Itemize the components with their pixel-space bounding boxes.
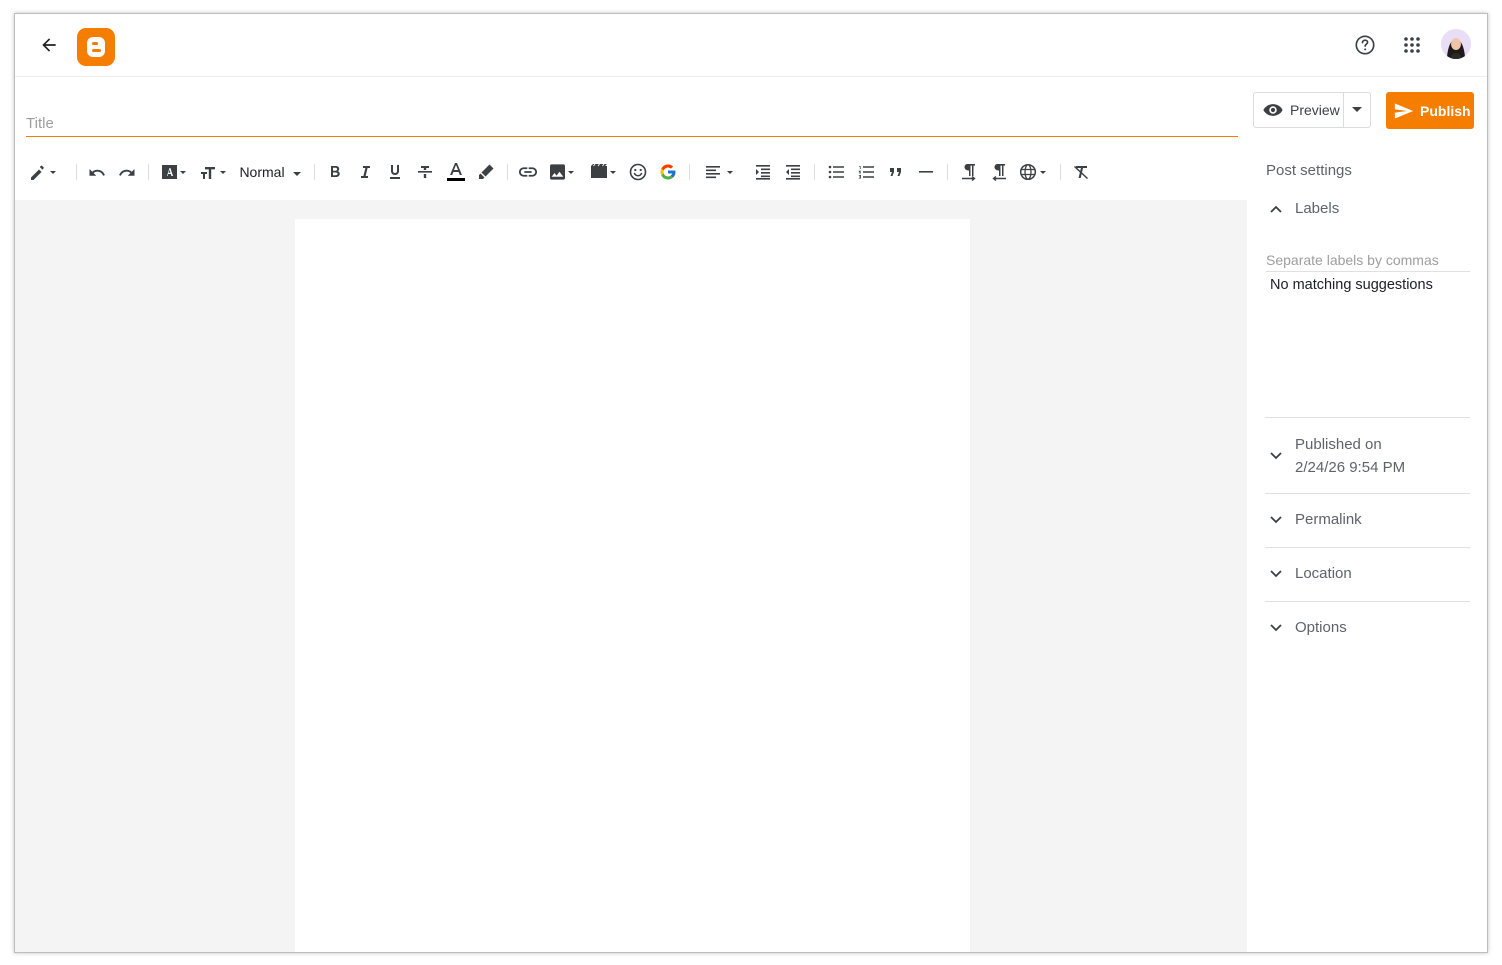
labels-heading: Labels — [1295, 200, 1340, 217]
divider — [1265, 601, 1470, 602]
caret-down-icon — [292, 171, 301, 176]
language-icon[interactable] — [1019, 162, 1051, 182]
preview-button[interactable]: Preview — [1253, 92, 1343, 128]
toolbar-separator — [507, 164, 508, 180]
permalink-heading: Permalink — [1295, 511, 1362, 528]
editor-page[interactable] — [295, 219, 970, 952]
chevron-down-icon — [1265, 509, 1287, 531]
toolbar-separator — [689, 164, 690, 180]
blogger-logo[interactable] — [77, 28, 115, 66]
published-info: Published on 2/24/26 9:54 PM — [1295, 433, 1405, 479]
toolbar-separator — [76, 164, 77, 180]
chevron-up-icon — [1265, 198, 1287, 220]
emoji-icon[interactable] — [628, 162, 648, 182]
published-label: Published on — [1295, 436, 1382, 453]
post-settings-title: Post settings — [1266, 162, 1352, 179]
chevron-down-icon — [1265, 445, 1287, 467]
google-icon[interactable] — [658, 162, 678, 182]
chevron-down-icon — [1265, 563, 1287, 585]
text-color-icon[interactable] — [446, 162, 466, 182]
font-icon[interactable] — [160, 162, 188, 182]
toolbar-separator — [947, 164, 948, 180]
toolbar-separator — [1060, 164, 1061, 180]
location-heading: Location — [1295, 565, 1352, 582]
back-arrow-icon[interactable] — [37, 33, 61, 57]
preview-label: Preview — [1290, 102, 1340, 118]
apps-grid-icon[interactable] — [1399, 32, 1425, 58]
undo-icon[interactable] — [87, 162, 107, 182]
highlight-icon[interactable] — [476, 162, 496, 182]
ltr-icon[interactable] — [959, 162, 979, 182]
caret-down-icon — [1352, 107, 1362, 112]
location-section-toggle[interactable]: Location — [1265, 563, 1470, 585]
pencil-mode-icon[interactable] — [27, 162, 61, 182]
numbered-list-icon[interactable] — [856, 162, 876, 182]
italic-icon[interactable] — [356, 162, 374, 182]
rtl-icon[interactable] — [989, 162, 1009, 182]
send-icon — [1394, 103, 1414, 118]
labels-input[interactable] — [1266, 249, 1470, 272]
help-icon[interactable] — [1352, 32, 1378, 58]
publish-button[interactable]: Publish — [1386, 92, 1474, 129]
chevron-down-icon — [1265, 617, 1287, 639]
publish-label: Publish — [1420, 102, 1471, 119]
no-suggestions-text: No matching suggestions — [1270, 277, 1433, 293]
eye-icon — [1263, 104, 1283, 116]
paragraph-style-select[interactable]: Normal — [239, 162, 303, 182]
bold-icon[interactable] — [326, 162, 344, 182]
clear-formatting-icon[interactable] — [1071, 162, 1091, 182]
indent-icon[interactable] — [753, 162, 773, 182]
app-window: Preview Publish Normal — [14, 13, 1488, 953]
options-section-toggle[interactable]: Options — [1265, 617, 1470, 639]
horizontal-rule-icon[interactable] — [916, 162, 936, 182]
labels-section-toggle[interactable]: Labels — [1265, 198, 1470, 220]
post-title-input[interactable] — [26, 110, 1238, 137]
redo-icon[interactable] — [117, 162, 137, 182]
bulleted-list-icon[interactable] — [826, 162, 846, 182]
avatar[interactable] — [1441, 29, 1471, 59]
video-icon[interactable] — [589, 162, 619, 182]
quote-icon[interactable] — [886, 162, 906, 182]
toolbar-separator — [148, 164, 149, 180]
strikethrough-icon[interactable] — [416, 162, 434, 182]
underline-icon[interactable] — [386, 162, 404, 182]
divider — [1265, 547, 1470, 548]
toolbar-separator — [814, 164, 815, 180]
preview-dropdown-button[interactable] — [1343, 92, 1371, 128]
toolbar-separator — [314, 164, 315, 180]
published-date: 2/24/26 9:54 PM — [1295, 459, 1406, 476]
divider — [1265, 493, 1470, 494]
image-icon[interactable] — [549, 162, 577, 182]
permalink-section-toggle[interactable]: Permalink — [1265, 509, 1470, 531]
divider — [1265, 417, 1470, 418]
align-icon[interactable] — [704, 162, 738, 182]
options-heading: Options — [1295, 619, 1347, 636]
link-icon[interactable] — [518, 162, 538, 182]
font-size-icon[interactable] — [199, 162, 229, 182]
paragraph-style-value: Normal — [239, 164, 285, 180]
top-bar — [15, 14, 1487, 77]
published-section-toggle[interactable]: Published on 2/24/26 9:54 PM — [1265, 433, 1470, 479]
outdent-icon[interactable] — [783, 162, 803, 182]
